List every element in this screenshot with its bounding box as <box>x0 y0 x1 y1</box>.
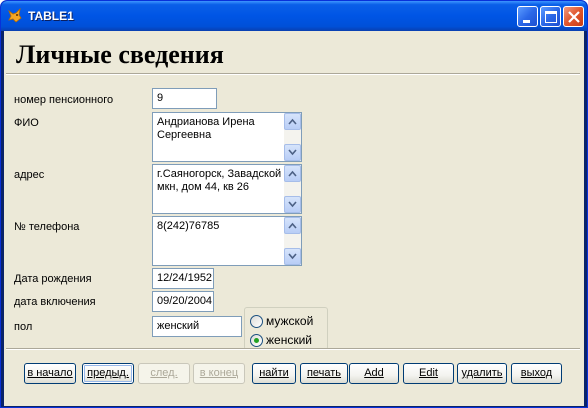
scroll-down-button[interactable] <box>284 196 301 213</box>
print-button[interactable]: печать <box>300 363 348 384</box>
address-field[interactable]: г.Саяногорск, Завадской мкн, дом 44, кв … <box>152 164 302 214</box>
fio-text: Андрианова Ирена Сергеевна <box>157 116 255 141</box>
radio-male[interactable]: мужской <box>250 314 324 329</box>
edit-button[interactable]: Edit <box>403 363 454 384</box>
gender-radio-group: мужской женский <box>244 307 328 350</box>
exit-button[interactable]: выход <box>511 363 562 384</box>
address-label: адрес <box>14 169 45 181</box>
divider <box>6 348 580 350</box>
phone-label: № телефона <box>14 221 80 233</box>
scroll-down-button[interactable] <box>284 144 301 161</box>
find-button[interactable]: найти <box>252 363 296 384</box>
title-bar[interactable]: TABLE1 <box>1 1 587 31</box>
gender-field[interactable]: женский <box>152 316 242 337</box>
phone-field[interactable]: 8(242)76785 <box>152 216 302 266</box>
scroll-down-button[interactable] <box>284 248 301 265</box>
form-client-area: Личные сведения номер пенсионного 9 ФИО … <box>4 31 584 406</box>
fox-icon[interactable] <box>7 7 23 24</box>
chevron-down-icon <box>288 149 297 156</box>
radio-circle <box>250 334 263 347</box>
radio-selected-dot <box>254 338 259 343</box>
pension-field[interactable]: 9 <box>152 88 217 109</box>
prev-record-button[interactable]: предыд. <box>82 363 134 384</box>
maximize-button[interactable] <box>540 6 561 27</box>
radio-female[interactable]: женский <box>250 333 324 348</box>
fio-label: ФИО <box>14 117 39 129</box>
maximize-icon <box>545 11 557 23</box>
close-button[interactable] <box>563 6 584 27</box>
chevron-up-icon <box>288 170 297 177</box>
add-button[interactable]: Add <box>349 363 399 384</box>
next-record-button[interactable]: след. <box>138 363 190 384</box>
delete-button[interactable]: удалить <box>457 363 507 384</box>
app-window: TABLE1 Личные сведения номер пенсионного… <box>0 0 588 408</box>
chevron-down-icon <box>288 201 297 208</box>
chevron-down-icon <box>288 253 297 260</box>
divider <box>6 73 580 75</box>
scroll-up-button[interactable] <box>284 113 301 130</box>
minimize-button[interactable] <box>517 6 538 27</box>
birth-date-field[interactable]: 12/24/1952 <box>152 268 214 289</box>
close-icon <box>568 11 580 23</box>
included-label: дата включения <box>14 296 96 308</box>
last-record-button[interactable]: в конец <box>193 363 245 384</box>
gender-label: пол <box>14 321 33 333</box>
phone-scrollbar[interactable] <box>284 217 301 265</box>
radio-female-label: женский <box>266 333 312 347</box>
scroll-up-button[interactable] <box>284 217 301 234</box>
first-record-button[interactable]: в начало <box>24 363 76 384</box>
address-text: г.Саяногорск, Завадской мкн, дом 44, кв … <box>157 168 282 193</box>
page-title: Личные сведения <box>16 40 224 69</box>
address-scrollbar[interactable] <box>284 165 301 213</box>
fio-scrollbar[interactable] <box>284 113 301 161</box>
chevron-up-icon <box>288 118 297 125</box>
chevron-up-icon <box>288 222 297 229</box>
fio-field[interactable]: Андрианова Ирена Сергеевна <box>152 112 302 162</box>
scroll-up-button[interactable] <box>284 165 301 182</box>
window-title: TABLE1 <box>28 9 74 23</box>
phone-text: 8(242)76785 <box>157 220 220 232</box>
radio-male-label: мужской <box>266 314 314 328</box>
pension-label: номер пенсионного <box>14 94 114 106</box>
included-date-field[interactable]: 09/20/2004 <box>152 291 214 312</box>
birth-label: Дата рождения <box>14 273 92 285</box>
radio-circle <box>250 315 263 328</box>
minimize-icon <box>523 20 530 23</box>
